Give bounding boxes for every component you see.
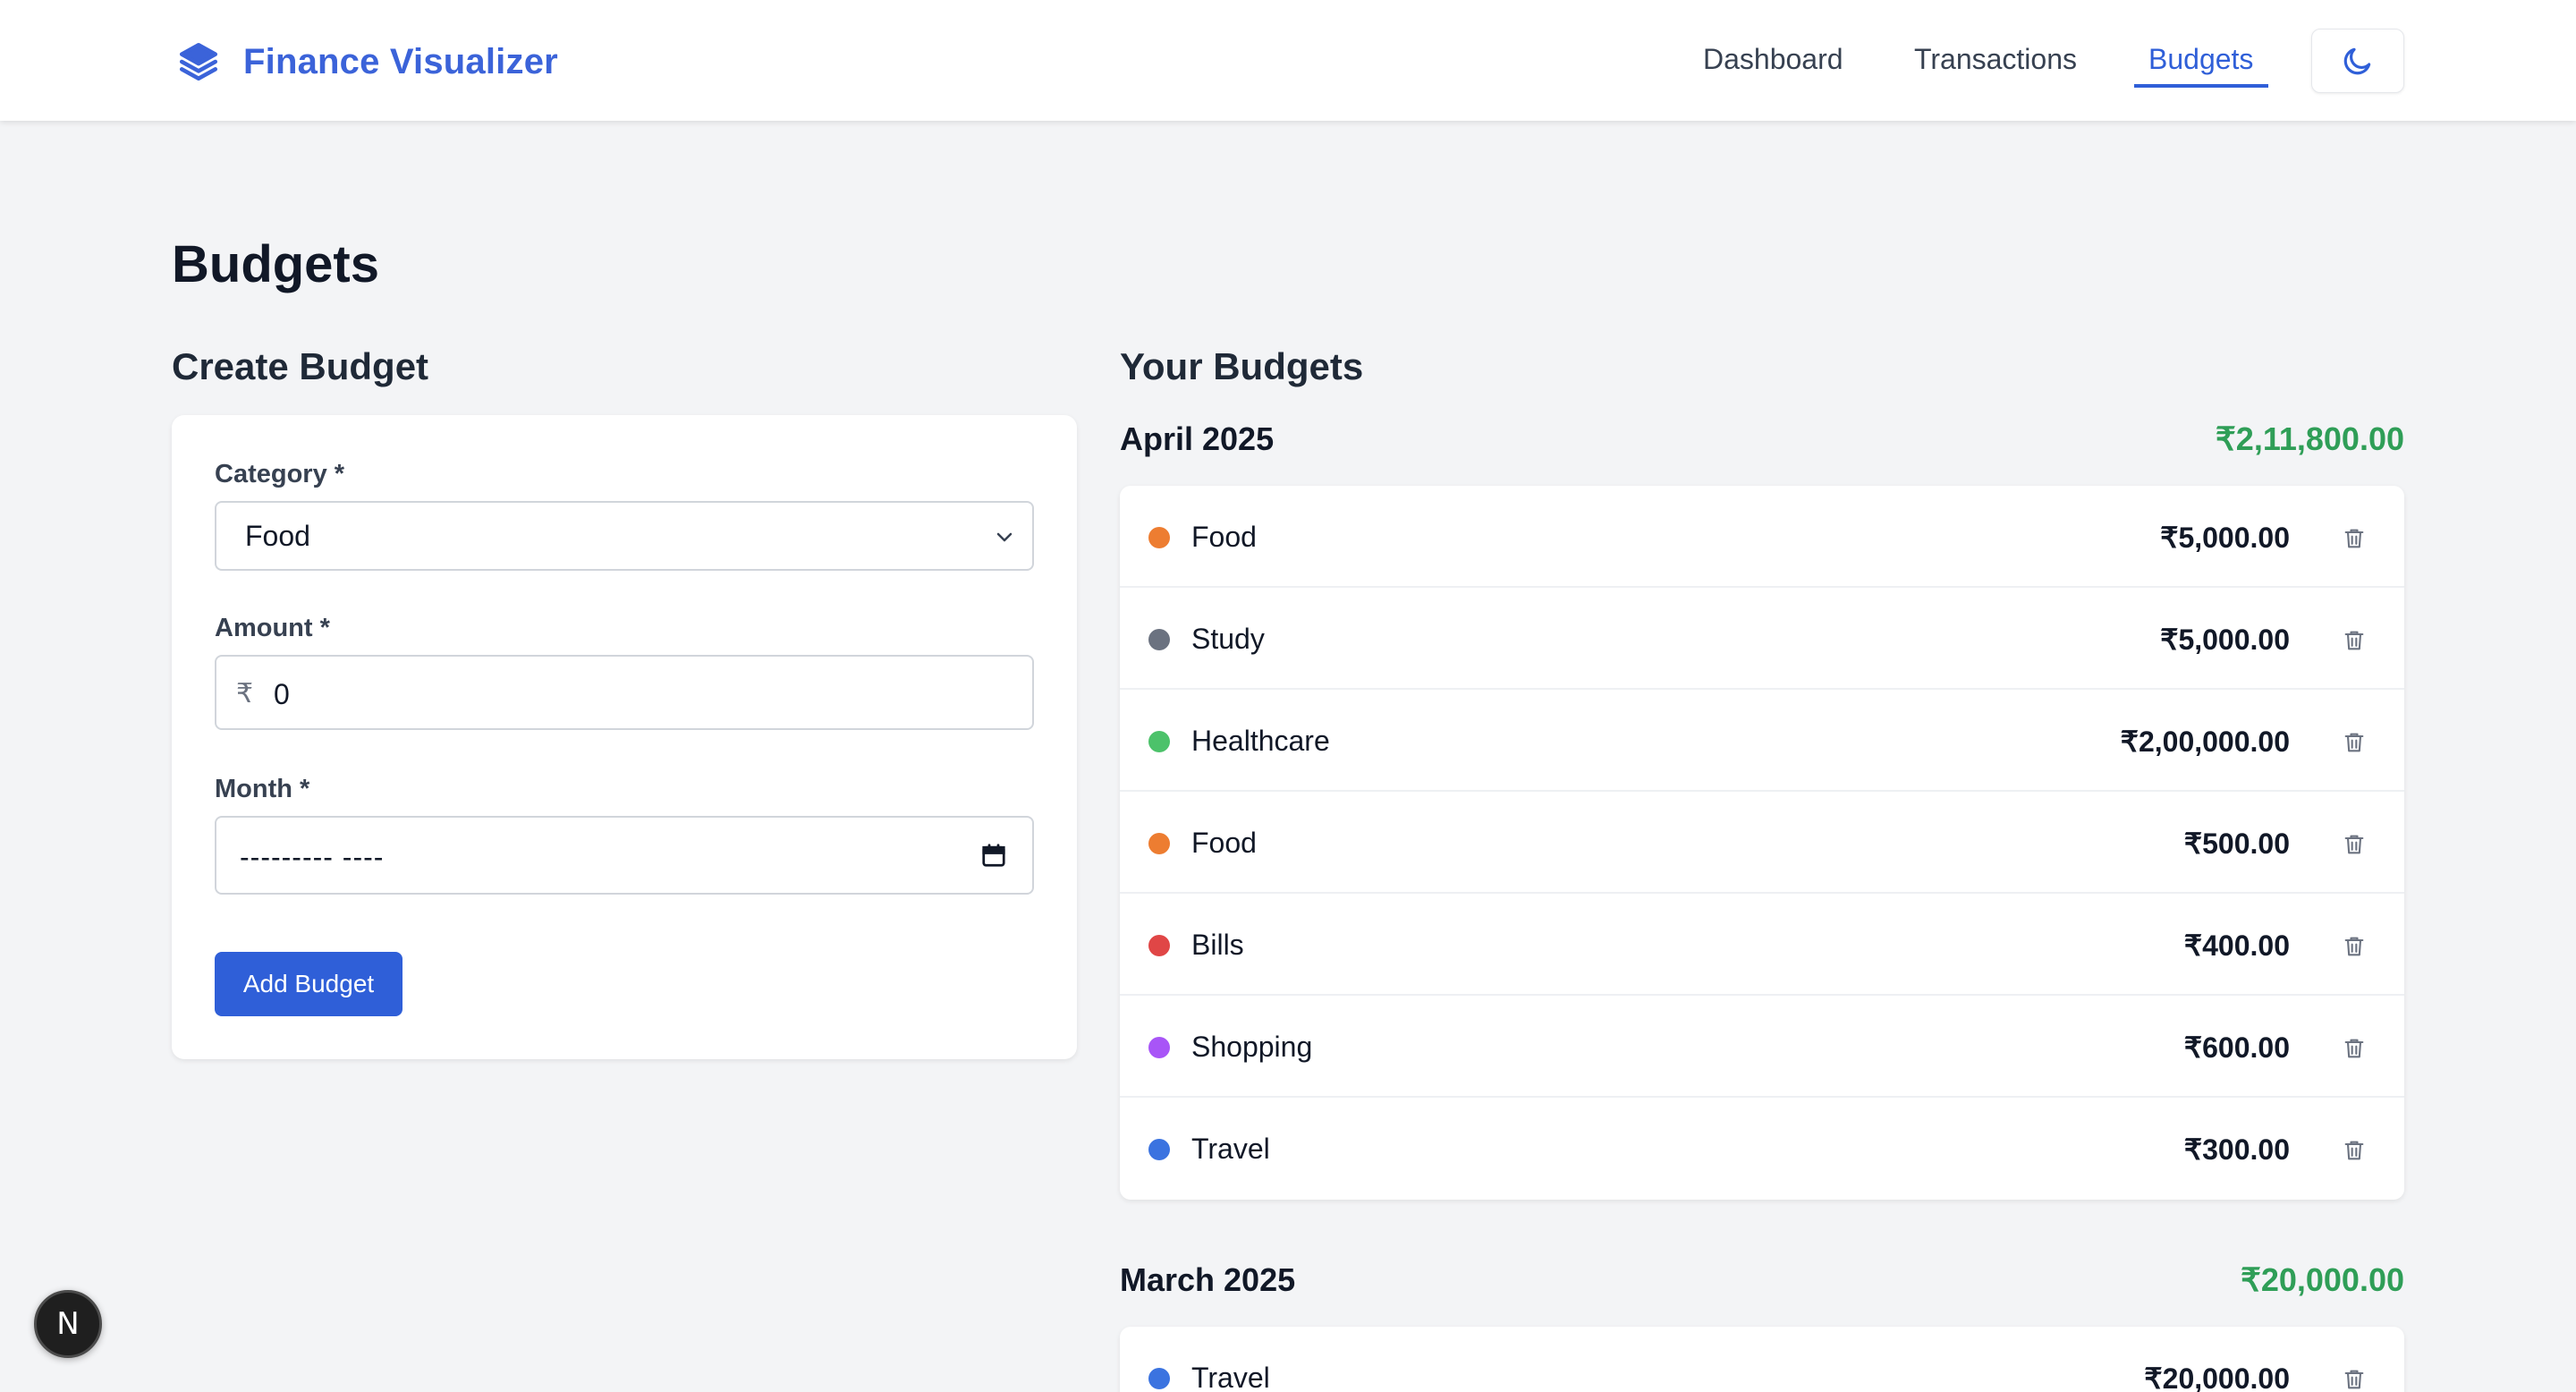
category-select-value: Food [245, 519, 310, 552]
month-total: ₹2,11,800.00 [2215, 420, 2404, 457]
category-color-dot [1148, 629, 1170, 650]
budget-row: Food ₹5,000.00 [1120, 486, 2404, 588]
trash-icon[interactable] [2342, 1137, 2367, 1164]
budget-row: Travel ₹300.00 [1120, 1098, 2404, 1200]
budget-category: Shopping [1191, 1031, 1313, 1063]
budget-row: Study ₹5,000.00 [1120, 588, 2404, 690]
budget-row: Food ₹500.00 [1120, 792, 2404, 894]
create-budget-form: Category * Food Amount * ₹ 0 Month * ---… [172, 415, 1077, 1059]
nextjs-dev-badge[interactable]: N [34, 1290, 102, 1358]
trash-icon[interactable] [2342, 729, 2367, 756]
theme-toggle-button[interactable] [2311, 29, 2404, 93]
moon-icon [2343, 47, 2371, 75]
budget-amount: ₹20,000.00 [2144, 1362, 2290, 1392]
budget-amount: ₹300.00 [2183, 1133, 2290, 1166]
month-heading: March 2025 [1120, 1261, 1296, 1298]
active-nav-indicator [2134, 84, 2268, 88]
category-color-dot [1148, 1037, 1170, 1058]
budget-category: Food [1191, 827, 1257, 859]
month-heading: April 2025 [1120, 420, 1275, 457]
budget-amount: ₹2,00,000.00 [2120, 726, 2290, 758]
budget-category: Travel [1191, 1362, 1270, 1392]
create-budget-title: Create Budget [172, 345, 429, 387]
trash-icon[interactable] [2342, 933, 2367, 960]
layers-icon [179, 42, 218, 81]
trash-icon[interactable] [2342, 627, 2367, 654]
month-label: Month * [215, 775, 310, 803]
budget-amount: ₹600.00 [2183, 1031, 2290, 1064]
budget-row: Travel ₹20,000.00 [1120, 1327, 2404, 1392]
nav-budgets[interactable]: Budgets [2148, 43, 2253, 76]
category-color-dot [1148, 1139, 1170, 1160]
budget-row: Bills ₹400.00 [1120, 894, 2404, 996]
month-value: --------- ---- [240, 841, 385, 873]
category-select[interactable]: Food [215, 501, 1034, 571]
brand[interactable]: Finance Visualizer [175, 39, 558, 84]
budget-amount: ₹400.00 [2183, 929, 2290, 962]
budget-category: Bills [1191, 929, 1244, 961]
trash-icon[interactable] [2342, 1366, 2367, 1392]
budget-category: Study [1191, 623, 1265, 655]
category-label: Category * [215, 460, 345, 488]
top-navbar: Finance Visualizer Dashboard Transaction… [0, 0, 2576, 121]
month-input[interactable]: --------- ---- [215, 816, 1034, 895]
budget-list-april: Food ₹5,000.00 Study ₹5,000.00 Healthcar… [1120, 486, 2404, 1200]
category-color-dot [1148, 1368, 1170, 1389]
category-color-dot [1148, 731, 1170, 752]
nav-transactions[interactable]: Transactions [1914, 43, 2077, 76]
category-color-dot [1148, 833, 1170, 854]
amount-value: 0 [274, 678, 290, 710]
budget-list-march: Travel ₹20,000.00 [1120, 1327, 2404, 1392]
amount-input[interactable]: ₹ 0 [215, 655, 1034, 730]
chevron-down-icon [996, 532, 1013, 542]
category-color-dot [1148, 935, 1170, 956]
budget-category: Healthcare [1191, 725, 1330, 757]
budget-amount: ₹500.00 [2183, 828, 2290, 860]
month-total: ₹20,000.00 [2240, 1261, 2404, 1298]
budget-row: Healthcare ₹2,00,000.00 [1120, 690, 2404, 792]
budget-category: Food [1191, 521, 1257, 553]
category-color-dot [1148, 527, 1170, 548]
budget-category: Travel [1191, 1133, 1270, 1165]
nav-dashboard[interactable]: Dashboard [1703, 43, 1843, 76]
trash-icon[interactable] [2342, 831, 2367, 858]
add-budget-button[interactable]: Add Budget [215, 952, 402, 1016]
trash-icon[interactable] [2342, 1035, 2367, 1062]
budget-amount: ₹5,000.00 [2160, 624, 2290, 656]
currency-prefix: ₹ [236, 679, 254, 709]
calendar-icon[interactable] [980, 841, 1007, 870]
app-title: Finance Visualizer [243, 41, 558, 81]
trash-icon[interactable] [2342, 525, 2367, 552]
budget-row: Shopping ₹600.00 [1120, 996, 2404, 1098]
page-title: Budgets [172, 235, 379, 293]
amount-label: Amount * [215, 614, 330, 642]
budget-amount: ₹5,000.00 [2160, 522, 2290, 554]
your-budgets-title: Your Budgets [1120, 345, 1364, 387]
